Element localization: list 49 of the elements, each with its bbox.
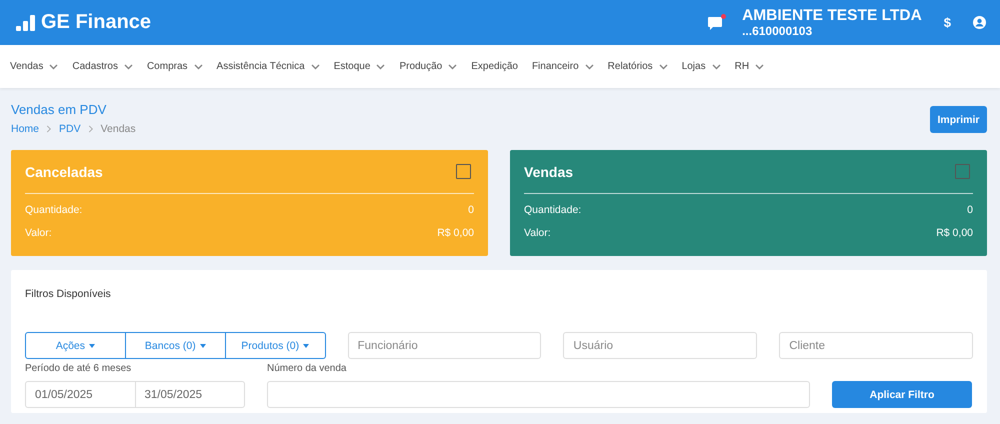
checkbox[interactable] [456, 164, 471, 179]
stat-value: R$ 0,00 [936, 227, 973, 239]
brand-name: GE Finance [41, 11, 152, 34]
menu-item[interactable]: Estoque [334, 61, 386, 72]
stat-label: Valor: [25, 227, 52, 239]
caret-icon [200, 344, 206, 348]
input-field[interactable]: Usuário [563, 332, 758, 359]
currency-link[interactable]: $ [944, 15, 951, 30]
company-name: AMBIENTE TESTE LTDA [742, 7, 922, 24]
field-label: Número da venda [267, 363, 348, 376]
input-field[interactable] [267, 381, 810, 408]
dropdown-button[interactable]: Ações [25, 332, 126, 359]
page-title: Vendas em PDV [11, 102, 108, 117]
breadcrumb-item: Vendas [100, 123, 136, 135]
stat-label: Quantidade: [524, 204, 582, 216]
menu-item[interactable]: RH [734, 61, 764, 72]
input-field[interactable]: Funcionário [348, 332, 542, 359]
menu-item[interactable]: Relatórios [608, 61, 668, 72]
message-icon [708, 14, 722, 30]
menu-item[interactable]: Produção [399, 61, 458, 72]
card-title: Vendas [524, 164, 574, 180]
chevron-right-icon [88, 125, 94, 133]
checkbox[interactable] [955, 164, 970, 179]
account-number: ...610000103 [742, 24, 814, 38]
stat-value: 0 [468, 204, 474, 216]
apply-filter-button[interactable]: Aplicar Filtro [832, 381, 972, 408]
menu-item[interactable]: Compras [146, 61, 203, 72]
logo-bars-icon [16, 14, 35, 30]
menu-item[interactable]: Expedição [471, 61, 518, 72]
menu-item[interactable]: Assistência Técnica [216, 61, 320, 72]
caret-icon [303, 344, 310, 348]
stat-label: Quantidade: [25, 204, 82, 216]
menu-item[interactable]: Vendas [10, 61, 58, 72]
stat-label: Valor: [524, 227, 551, 239]
user-icon[interactable] [973, 16, 986, 29]
dropdown-button[interactable]: Bancos (0) [126, 332, 226, 359]
caret-icon [89, 344, 96, 348]
stat-value: 0 [967, 204, 973, 216]
chevron-right-icon [46, 125, 52, 133]
dropdown-button[interactable]: Produtos (0) [226, 332, 326, 359]
menu-item[interactable]: Cadastros [72, 61, 133, 72]
input-field[interactable]: Cliente [779, 332, 973, 359]
menu-item[interactable]: Financeiro [532, 61, 594, 72]
print-button[interactable]: Imprimir [930, 106, 987, 133]
card-title: Canceladas [25, 164, 103, 180]
menu-item[interactable]: Lojas [682, 61, 721, 72]
panel-title: Filtros Disponíveis [25, 287, 112, 302]
stat-value: R$ 0,00 [437, 227, 474, 239]
field-label: Período de até 6 meses [25, 363, 132, 376]
